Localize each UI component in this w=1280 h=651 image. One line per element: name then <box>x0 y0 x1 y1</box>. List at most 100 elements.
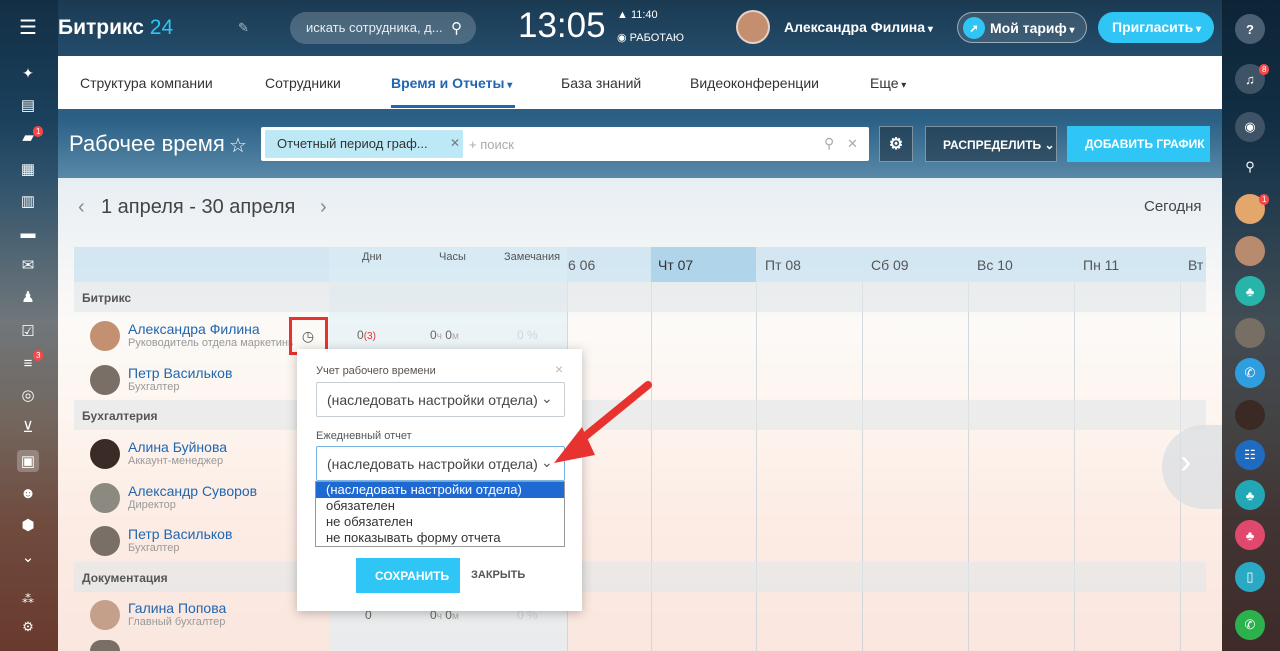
day-header: Вт <box>1188 257 1204 273</box>
cart-icon[interactable]: ⊻ <box>17 416 39 438</box>
next-period-icon[interactable]: › <box>320 196 327 219</box>
nav-more[interactable]: Еще ▾ <box>870 75 906 91</box>
group-chat-icon[interactable]: ♣ <box>1235 520 1265 550</box>
group-chat-icon[interactable]: ♣ <box>1235 480 1265 510</box>
logo[interactable]: Битрикс 24 <box>58 16 173 40</box>
status-dot-icon: ◉ <box>617 32 630 44</box>
day-header: Пт 08 <box>765 257 801 273</box>
menu-icon[interactable]: ☰ <box>17 16 39 39</box>
group-icon[interactable]: ♟ <box>17 286 39 308</box>
more-icon[interactable]: ⌄ <box>17 546 39 568</box>
save-button[interactable]: СОХРАНИТЬ <box>356 558 460 593</box>
settings-icon[interactable]: ⚙ <box>17 616 39 638</box>
option-not-required[interactable]: не обязателен <box>316 514 564 530</box>
filter-placeholder[interactable]: + поиск <box>469 137 514 152</box>
user-menu[interactable]: Александра Филина ▾ <box>784 19 933 35</box>
call-icon[interactable]: ✆ <box>1235 610 1265 640</box>
employee-position: Главный бухгалтер <box>128 616 226 628</box>
close-button[interactable]: ЗАКРЫТЬ <box>471 569 525 581</box>
contact-avatar[interactable] <box>1235 236 1265 266</box>
alarm-time[interactable]: ▲ 11:40 <box>617 9 658 21</box>
option-inherit[interactable]: (наследовать настройки отдела) <box>316 482 564 498</box>
hours-h-unit: ч <box>436 331 442 342</box>
chevron-down-icon: ▾ <box>1193 24 1202 35</box>
avatar[interactable] <box>90 526 120 556</box>
settings-button[interactable]: ⚙ <box>879 126 913 162</box>
contact-avatar[interactable] <box>1235 318 1265 348</box>
hours-m-unit: м <box>451 611 459 622</box>
employee-position: Бухгалтер <box>128 542 180 554</box>
prev-period-icon[interactable]: ‹ <box>78 196 85 219</box>
employee-name[interactable]: Александра Филина <box>128 321 260 337</box>
report-select[interactable]: (наследовать настройки отдела) ⌄ <box>316 446 565 481</box>
nav-video-conferences[interactable]: Видеоконференции <box>690 75 819 91</box>
avatar-badge: 1 <box>1259 194 1270 205</box>
remarks-value: 0 % <box>517 328 538 342</box>
day-header: Пн 11 <box>1083 257 1120 273</box>
document-chat-icon[interactable]: ▯ <box>1235 562 1265 592</box>
drive-icon[interactable]: ▬ <box>17 222 39 244</box>
box-icon[interactable]: ⬢ <box>17 514 39 536</box>
group-chat-icon[interactable]: ♣ <box>1235 276 1265 306</box>
calendar-icon[interactable]: ▦ <box>17 158 39 180</box>
user-avatar[interactable] <box>736 10 770 44</box>
timeman-icon[interactable]: ▣ <box>17 450 39 472</box>
chevron-down-icon: ▾ <box>898 80 907 91</box>
sitemap-icon[interactable]: ⁂ <box>17 588 39 610</box>
search-icon[interactable]: ⚲ <box>451 19 462 37</box>
search-placeholder: искать сотрудника, д... <box>306 20 443 35</box>
clock[interactable]: 13:05 <box>518 6 606 46</box>
remove-tag-icon[interactable]: ✕ <box>450 136 460 150</box>
employee-position: Руководитель отдела маркетинга <box>128 337 293 349</box>
search-icon-right[interactable]: ⚲ <box>1235 152 1265 182</box>
work-status[interactable]: ◉ РАБОТАЮ <box>617 31 684 44</box>
avatar[interactable] <box>90 600 120 630</box>
phone-icon[interactable]: ✆ <box>1235 358 1265 388</box>
stat-header-remarks: Замечания <box>504 251 561 263</box>
nav-employees[interactable]: Сотрудники <box>265 75 341 91</box>
employee-name[interactable]: Петр Васильков <box>128 526 232 542</box>
report-label: Ежедневный отчет <box>316 430 412 442</box>
mail-icon[interactable]: ✉ <box>17 254 39 276</box>
nav-company-structure[interactable]: Структура компании <box>80 75 213 91</box>
tasks-icon[interactable]: ☑ <box>17 320 39 342</box>
search-input[interactable]: искать сотрудника, д... <box>290 12 476 44</box>
employee-name[interactable]: Александр Суворов <box>128 483 257 499</box>
add-schedule-label: ДОБАВИТЬ ГРАФИК <box>1085 137 1205 151</box>
messenger-icon[interactable]: ◉ <box>1235 112 1265 142</box>
add-schedule-button[interactable]: ДОБАВИТЬ ГРАФИК <box>1067 126 1210 162</box>
option-required[interactable]: обязателен <box>316 498 564 514</box>
clear-icon[interactable]: ✕ <box>847 136 858 152</box>
help-icon[interactable]: ? <box>1235 14 1265 44</box>
filter-tag[interactable]: Отчетный период граф... <box>265 130 463 158</box>
star-icon[interactable]: ☆ <box>229 133 247 158</box>
target-icon[interactable]: ◎ <box>17 384 39 406</box>
search-icon[interactable]: ⚲ <box>824 135 834 152</box>
avatar[interactable] <box>90 640 120 651</box>
edit-logo-icon[interactable]: ✎ <box>238 20 249 36</box>
hours-h-unit: ч <box>436 611 442 622</box>
robot-icon[interactable]: ☻ <box>17 482 39 504</box>
contact-avatar[interactable] <box>1235 400 1265 430</box>
employee-name[interactable]: Петр Васильков <box>128 365 232 381</box>
avatar[interactable] <box>90 321 120 351</box>
tariff-button[interactable]: ➚ Мой тариф ▾ <box>957 12 1087 43</box>
nav-time-reports[interactable]: Время и Отчеты ▾ <box>391 75 512 91</box>
activity-icon[interactable]: ✦ <box>17 62 39 84</box>
today-link[interactable]: Сегодня <box>1144 198 1202 215</box>
newsfeed-icon[interactable]: ▤ <box>17 94 39 116</box>
option-hide-form[interactable]: не показывать форму отчета <box>316 530 564 546</box>
avatar[interactable] <box>90 483 120 513</box>
employee-name[interactable]: Алина Буйнова <box>128 439 227 455</box>
filter-tag-label: Отчетный период граф... <box>277 136 428 151</box>
support-chat-icon[interactable]: ☷ <box>1235 440 1265 470</box>
avatar[interactable] <box>90 365 120 395</box>
worktime-select[interactable]: (наследовать настройки отдела) ⌄ <box>316 382 565 417</box>
document-icon[interactable]: ▥ <box>17 190 39 212</box>
distribute-button[interactable]: РАСПРЕДЕЛИТЬ ⌄ <box>925 126 1057 162</box>
avatar[interactable] <box>90 439 120 469</box>
nav-knowledge-base[interactable]: База знаний <box>561 75 641 91</box>
employee-name[interactable]: Галина Попова <box>128 600 226 616</box>
invite-button[interactable]: Пригласить ▾ <box>1098 12 1214 43</box>
clock-settings-icon[interactable]: ◷ <box>298 326 318 346</box>
